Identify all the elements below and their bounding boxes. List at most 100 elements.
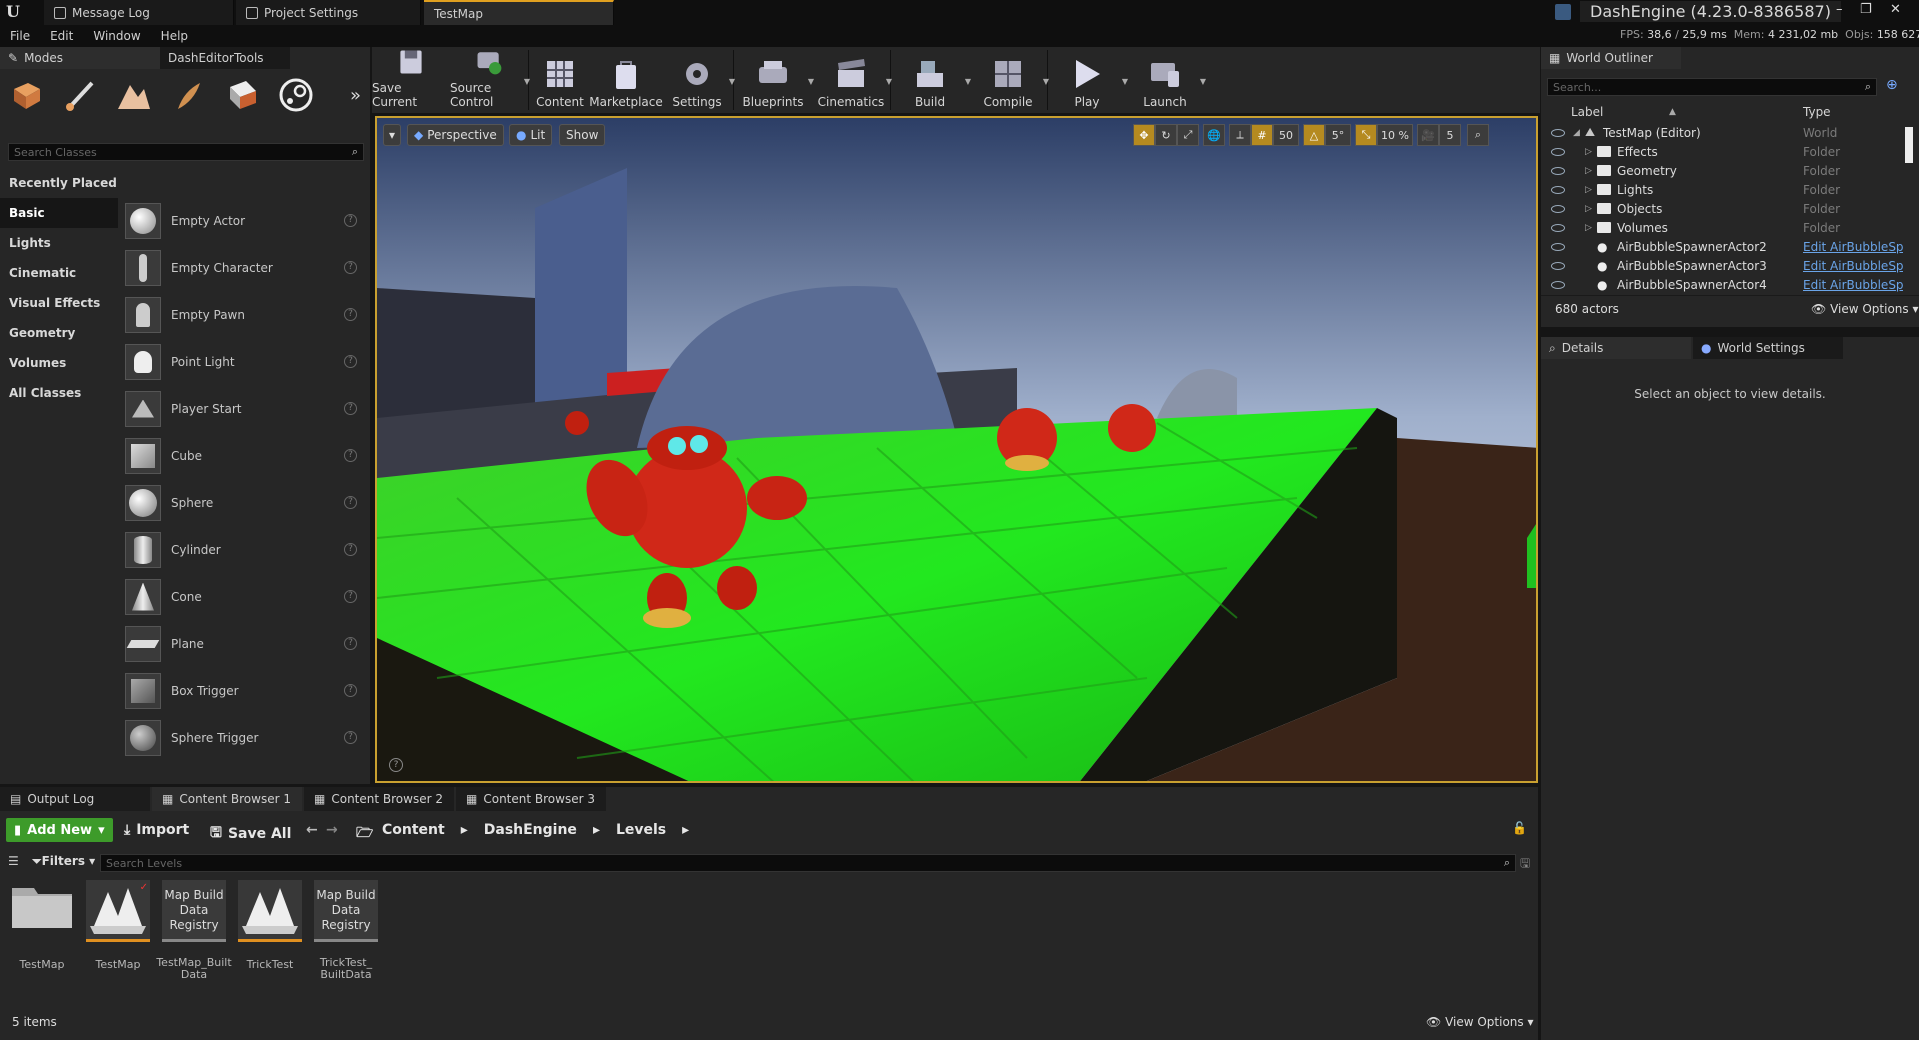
menu-file[interactable]: File bbox=[0, 29, 40, 43]
place-item-sphere-trigger[interactable]: Sphere Trigger? bbox=[125, 714, 365, 761]
expand-arrow-icon[interactable]: ▷ bbox=[1585, 223, 1592, 233]
build-button[interactable]: Build ▼ bbox=[891, 47, 971, 113]
tab-content-browser-2[interactable]: ▦ Content Browser 2 bbox=[304, 787, 454, 811]
place-item-cylinder[interactable]: Cylinder? bbox=[125, 526, 365, 573]
place-mode-icon[interactable] bbox=[8, 77, 44, 113]
paint-mode-icon[interactable] bbox=[62, 77, 98, 113]
surface-snap-icon[interactable]: ⟂ bbox=[1229, 124, 1251, 146]
dropdown-arrow-icon[interactable]: ▼ bbox=[1200, 77, 1206, 86]
place-item-empty-actor[interactable]: Empty Actor? bbox=[125, 197, 365, 244]
rotate-tool-icon[interactable]: ↻ bbox=[1155, 124, 1177, 146]
tab-content-browser-3[interactable]: ▦ Content Browser 3 bbox=[456, 787, 606, 811]
edit-blueprint-link[interactable]: Edit AirBubbleSp bbox=[1803, 278, 1903, 292]
place-item-empty-character[interactable]: Empty Character? bbox=[125, 244, 365, 291]
tree-row[interactable]: ▷ Objects Folder bbox=[1541, 199, 1911, 218]
camera-speed-value[interactable]: 5 bbox=[1439, 124, 1461, 146]
maximize-viewport-icon[interactable]: ⌕ bbox=[1467, 124, 1489, 146]
tree-row[interactable]: ● AirBubbleSpawnerActor2 Edit AirBubbleSp bbox=[1541, 237, 1911, 256]
help-icon[interactable]: ? bbox=[389, 758, 403, 772]
launch-button[interactable]: Launch ▼ bbox=[1126, 47, 1206, 113]
breadcrumb-arrow-icon[interactable]: ▸ bbox=[593, 822, 600, 838]
tab-content-browser-1[interactable]: ▦ Content Browser 1 bbox=[152, 787, 302, 811]
rotation-snap-icon[interactable]: △ bbox=[1303, 124, 1325, 146]
place-item-player-start[interactable]: Player Start? bbox=[125, 385, 365, 432]
type-column-header[interactable]: Type bbox=[1803, 105, 1831, 119]
unreal-logo-icon[interactable]: U bbox=[6, 2, 26, 22]
breadcrumb-dashengine[interactable]: DashEngine bbox=[484, 822, 577, 838]
content-button[interactable]: Content bbox=[529, 47, 591, 113]
tree-row[interactable]: ▷ Effects Folder bbox=[1541, 142, 1911, 161]
tab-world-settings[interactable]: ● World Settings bbox=[1693, 337, 1843, 359]
back-arrow-icon[interactable]: ← bbox=[306, 822, 318, 838]
asset-map-build-data-2[interactable]: Map Build Data Registry bbox=[314, 880, 378, 942]
show-button[interactable]: Show bbox=[559, 124, 606, 146]
asset-folder-testmap[interactable] bbox=[10, 880, 74, 942]
tree-row[interactable]: ● AirBubbleSpawnerActor4 Edit AirBubbleSp bbox=[1541, 275, 1911, 293]
visibility-eye-icon[interactable] bbox=[1551, 147, 1565, 156]
place-item-empty-pawn[interactable]: Empty Pawn? bbox=[125, 291, 365, 338]
expand-arrow-icon[interactable]: ▷ bbox=[1585, 166, 1592, 176]
tab-message-log[interactable]: Message Log bbox=[44, 0, 234, 25]
help-icon[interactable]: ? bbox=[344, 637, 357, 650]
category-lights[interactable]: Lights bbox=[0, 228, 118, 258]
steam-icon[interactable] bbox=[278, 77, 314, 113]
help-icon[interactable]: ? bbox=[344, 402, 357, 415]
minimize-button[interactable]: – bbox=[1836, 2, 1843, 17]
menu-edit[interactable]: Edit bbox=[40, 29, 83, 43]
scale-snap-icon[interactable]: ⤡ bbox=[1355, 124, 1377, 146]
help-icon[interactable]: ? bbox=[344, 684, 357, 697]
source-control-status-icon[interactable] bbox=[1555, 4, 1571, 20]
perspective-button[interactable]: ◆ Perspective bbox=[407, 124, 504, 146]
close-button[interactable]: ✕ bbox=[1890, 2, 1901, 17]
tab-details[interactable]: ⌕ Details bbox=[1541, 337, 1691, 359]
place-item-cone[interactable]: Cone? bbox=[125, 573, 365, 620]
save-search-icon[interactable]: 🖫 bbox=[1520, 854, 1530, 875]
visibility-eye-icon[interactable] bbox=[1551, 223, 1565, 232]
grid-snap-icon[interactable]: # bbox=[1251, 124, 1273, 146]
place-item-plane[interactable]: Plane? bbox=[125, 620, 365, 667]
tab-world-outliner[interactable]: ▦ World Outliner bbox=[1541, 47, 1681, 69]
asset-level-testmap[interactable]: ✓ bbox=[86, 880, 150, 942]
category-basic[interactable]: Basic bbox=[0, 198, 118, 228]
outliner-scrollbar[interactable] bbox=[1905, 127, 1913, 163]
edit-blueprint-link[interactable]: Edit AirBubbleSp bbox=[1803, 259, 1903, 273]
breadcrumb-levels[interactable]: Levels bbox=[616, 822, 666, 838]
menu-help[interactable]: Help bbox=[151, 29, 198, 43]
help-icon[interactable]: ? bbox=[344, 543, 357, 556]
lit-button[interactable]: ● Lit bbox=[509, 124, 553, 146]
world-coords-icon[interactable]: 🌐 bbox=[1203, 124, 1225, 146]
place-item-point-light[interactable]: Point Light? bbox=[125, 338, 365, 385]
visibility-eye-icon[interactable] bbox=[1551, 166, 1565, 175]
expand-arrow-icon[interactable]: ▷ bbox=[1585, 147, 1592, 157]
category-cinematic[interactable]: Cinematic bbox=[0, 258, 118, 288]
tab-testmap[interactable]: TestMap bbox=[424, 0, 614, 25]
tree-row[interactable]: ▷ Volumes Folder bbox=[1541, 218, 1911, 237]
sources-toggle-icon[interactable]: ☰ bbox=[8, 854, 19, 868]
place-item-box-trigger[interactable]: Box Trigger? bbox=[125, 667, 365, 714]
tab-project-settings[interactable]: Project Settings bbox=[236, 0, 421, 25]
tree-row[interactable]: ● AirBubbleSpawnerActor3 Edit AirBubbleSp bbox=[1541, 256, 1911, 275]
maximize-button[interactable]: ❐ bbox=[1860, 2, 1872, 17]
viewport-options-dropdown[interactable]: ▾ bbox=[383, 124, 401, 146]
outliner-search-input[interactable]: Search... ⌕ bbox=[1547, 78, 1877, 96]
place-item-cube[interactable]: Cube? bbox=[125, 432, 365, 479]
help-icon[interactable]: ? bbox=[344, 214, 357, 227]
compile-button[interactable]: Compile ▼ bbox=[969, 47, 1049, 113]
tree-row[interactable]: ▷ Geometry Folder bbox=[1541, 161, 1911, 180]
marketplace-button[interactable]: Marketplace bbox=[589, 47, 663, 113]
help-icon[interactable]: ? bbox=[344, 261, 357, 274]
tab-dash-editor-tools[interactable]: DashEditorTools bbox=[160, 47, 290, 69]
geometry-mode-icon[interactable] bbox=[224, 77, 260, 113]
save-current-button[interactable]: Save Current bbox=[372, 47, 450, 113]
content-view-options[interactable]: 👁 View Options ▾ bbox=[1426, 1015, 1534, 1029]
visibility-eye-icon[interactable] bbox=[1551, 128, 1565, 137]
landscape-mode-icon[interactable] bbox=[116, 77, 152, 113]
scale-snap-value[interactable]: 10 % bbox=[1377, 124, 1413, 146]
scale-tool-icon[interactable]: ⤢ bbox=[1177, 124, 1199, 146]
search-levels-input[interactable]: Search Levels ⌕ bbox=[100, 854, 1516, 872]
forward-arrow-icon[interactable]: → bbox=[326, 822, 338, 838]
breadcrumb-arrow-icon[interactable]: ▸ bbox=[682, 822, 689, 838]
level-viewport[interactable]: ▾ ◆ Perspective ● Lit Show ✥ ↻ ⤢ 🌐 ⟂ # 50 … bbox=[375, 116, 1538, 783]
lock-icon[interactable]: 🔓 bbox=[1512, 821, 1527, 835]
category-geometry[interactable]: Geometry bbox=[0, 318, 118, 348]
